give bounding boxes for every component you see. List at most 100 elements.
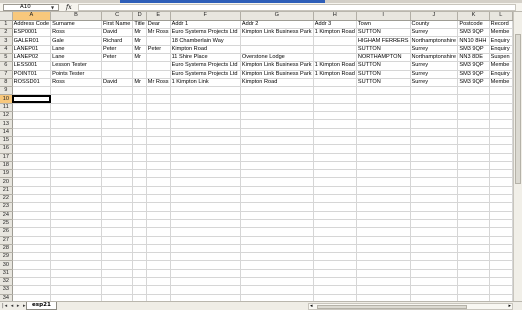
row-header[interactable]: 34: [0, 294, 13, 301]
column-header-c[interactable]: C: [101, 12, 134, 21]
cell[interactable]: [489, 252, 513, 262]
cell[interactable]: Mr Ross: [146, 28, 171, 38]
cell[interactable]: [489, 186, 513, 196]
column-title-cell[interactable]: Surname: [50, 20, 102, 30]
cell[interactable]: [146, 128, 171, 137]
cell[interactable]: ROSSD01: [12, 78, 52, 88]
cell[interactable]: [240, 136, 314, 146]
cell[interactable]: [12, 294, 52, 301]
cell[interactable]: [489, 119, 513, 129]
cell[interactable]: [240, 194, 314, 204]
cell[interactable]: [146, 103, 171, 113]
cell[interactable]: [132, 186, 147, 196]
cell[interactable]: [101, 194, 134, 204]
column-header-i[interactable]: I: [356, 12, 411, 21]
column-header-a[interactable]: A: [12, 12, 52, 21]
function-icon[interactable]: fx: [66, 4, 72, 11]
cell[interactable]: [356, 202, 411, 212]
cell[interactable]: [132, 227, 147, 237]
cell[interactable]: LESS001: [12, 61, 52, 71]
cell[interactable]: [457, 144, 490, 154]
cell[interactable]: [132, 86, 147, 96]
cell[interactable]: [170, 277, 241, 287]
cell[interactable]: [457, 86, 490, 96]
cell[interactable]: David: [101, 28, 134, 38]
cell[interactable]: [146, 294, 171, 301]
cell[interactable]: ESP0001: [12, 28, 52, 38]
cell[interactable]: [50, 285, 102, 295]
cell[interactable]: [356, 236, 411, 245]
row-header[interactable]: 10: [0, 94, 13, 104]
cell[interactable]: [410, 111, 459, 121]
cell[interactable]: [50, 269, 102, 279]
cell[interactable]: [146, 111, 171, 121]
cell[interactable]: [457, 202, 490, 212]
cell[interactable]: Membe: [489, 28, 513, 38]
cell[interactable]: Surrey: [410, 61, 459, 71]
cell[interactable]: SM3 9QP: [457, 78, 490, 88]
cell[interactable]: [170, 294, 241, 301]
cell[interactable]: [132, 144, 147, 154]
cell[interactable]: [101, 153, 134, 162]
cell[interactable]: [170, 227, 241, 237]
cell[interactable]: NN3 8DE: [457, 53, 490, 63]
cell[interactable]: [12, 252, 52, 262]
cell[interactable]: [489, 285, 513, 295]
cell[interactable]: [12, 136, 52, 146]
cell[interactable]: 1 Kimpton Link: [170, 78, 241, 88]
cell[interactable]: Peter: [101, 53, 134, 63]
column-title-cell[interactable]: Title: [132, 20, 147, 30]
cell[interactable]: [146, 169, 171, 179]
cell[interactable]: [313, 103, 357, 113]
row-header[interactable]: 1: [0, 20, 13, 30]
column-header-e[interactable]: E: [146, 12, 171, 21]
cell[interactable]: [12, 269, 52, 279]
cell[interactable]: [170, 153, 241, 162]
cell[interactable]: [12, 186, 52, 196]
cell[interactable]: [50, 252, 102, 262]
cell[interactable]: [12, 219, 52, 229]
cell[interactable]: [313, 177, 357, 187]
cell[interactable]: [146, 236, 171, 245]
cell[interactable]: [489, 260, 513, 270]
cell[interactable]: [457, 236, 490, 245]
cell[interactable]: [170, 285, 241, 295]
cell[interactable]: [146, 153, 171, 162]
cell[interactable]: Surrey: [410, 45, 459, 55]
cell[interactable]: [50, 186, 102, 196]
cell[interactable]: [410, 294, 459, 301]
cell[interactable]: [101, 177, 134, 187]
cell[interactable]: Lane: [50, 45, 102, 55]
cell[interactable]: [50, 169, 102, 179]
cell[interactable]: [101, 260, 134, 270]
cell[interactable]: [489, 211, 513, 220]
cell[interactable]: [50, 294, 102, 301]
cell[interactable]: [313, 144, 357, 154]
cell[interactable]: [132, 252, 147, 262]
cell[interactable]: [489, 202, 513, 212]
cell[interactable]: [240, 128, 314, 137]
cell[interactable]: [132, 111, 147, 121]
cell[interactable]: [457, 244, 490, 254]
cell[interactable]: [457, 227, 490, 237]
cell[interactable]: [356, 285, 411, 295]
cell[interactable]: [12, 194, 52, 204]
cell[interactable]: [132, 277, 147, 287]
cell[interactable]: David: [101, 78, 134, 88]
cell[interactable]: [146, 252, 171, 262]
cell[interactable]: [457, 194, 490, 204]
vertical-scroll-thumb[interactable]: [515, 34, 521, 184]
cell[interactable]: [410, 153, 459, 162]
cell[interactable]: [146, 136, 171, 146]
cell[interactable]: [240, 111, 314, 121]
row-header[interactable]: 17: [0, 153, 13, 162]
cell[interactable]: Euro Systems Projects Ltd: [170, 61, 241, 71]
cell[interactable]: [146, 94, 171, 104]
cell[interactable]: [12, 161, 52, 171]
cell[interactable]: [170, 244, 241, 254]
cell[interactable]: [132, 202, 147, 212]
cell[interactable]: POINT01: [12, 70, 52, 79]
cell[interactable]: [101, 86, 134, 96]
cell[interactable]: [356, 144, 411, 154]
cell[interactable]: [313, 186, 357, 196]
